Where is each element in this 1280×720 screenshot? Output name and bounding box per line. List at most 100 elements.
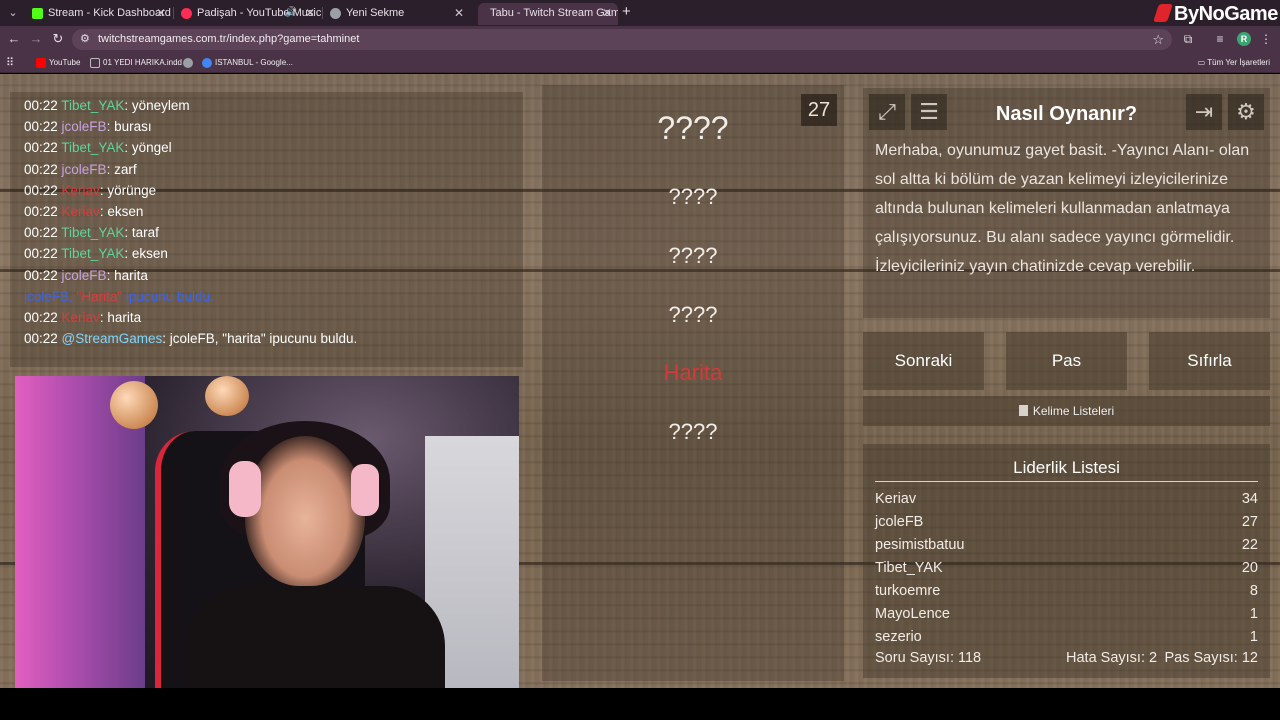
tab-new-tab[interactable]: Yeni Sekme ✕ xyxy=(324,3,470,25)
leaderboard-row: sezerio 1 xyxy=(875,626,1258,644)
more-menu-icon[interactable]: ⋮ xyxy=(1257,30,1275,48)
bookmark-yedi-harika[interactable]: 01 YEDI HARIKA.indd xyxy=(90,55,182,71)
file-icon xyxy=(90,58,100,68)
chat-username[interactable]: jcoleFB xyxy=(62,268,107,283)
back-button[interactable]: ← xyxy=(5,30,23,48)
bookmark-label: ISTANBUL - Google... xyxy=(215,58,293,67)
player-score: 20 xyxy=(1241,560,1258,576)
tab-kick-dashboard[interactable]: Stream - Kick Dashboard ✕ xyxy=(26,3,172,25)
pass-count: Pas Sayısı: 12 xyxy=(1164,650,1259,666)
chat-text: : eksen xyxy=(99,204,144,219)
player-name: Keriav xyxy=(875,491,917,507)
leaderboard-row: MayoLence 1 xyxy=(875,603,1258,625)
error-count: Hata Sayısı: 2 xyxy=(1066,650,1158,666)
chat-text: : yöneylem xyxy=(124,98,190,113)
chat-username[interactable]: Tibet_YAK xyxy=(61,98,124,113)
tab-title: Stream - Kick Dashboard xyxy=(48,7,171,19)
chat-message: 00:22 Keriav: yörünge xyxy=(24,180,156,201)
player-score: 27 xyxy=(1241,514,1258,530)
player-name: jcoleFB xyxy=(875,514,924,530)
main-word: ???? xyxy=(657,110,729,146)
forward-button[interactable]: → xyxy=(27,30,45,48)
forbidden-word: Harita xyxy=(663,360,723,385)
site-info-icon[interactable]: ⚙ xyxy=(80,31,90,48)
leaderboard-list[interactable]: Keriav 34 jcoleFB 27 pesimistbatuu 22 Tibet_YA… xyxy=(863,488,1270,644)
browser-toolbar: ← → ↻ ⚙ twitchstreamgames.com.tr/index.p… xyxy=(0,26,1280,53)
chat-username[interactable]: Keriav xyxy=(62,310,100,325)
player-score: 8 xyxy=(1249,583,1258,599)
chat-text: : jcoleFB, "harita" ipucunu buldu. xyxy=(162,331,358,347)
bynogame-mark-icon xyxy=(1153,4,1173,22)
document-icon xyxy=(1018,405,1028,416)
question-count: Soru Sayısı: 118 xyxy=(875,650,982,666)
folder-icon: ▭ xyxy=(1197,58,1208,67)
bookmark-star-icon[interactable]: ☆ xyxy=(1152,29,1164,50)
chat-text: : harita xyxy=(106,267,148,283)
bookmark-label: YouTube xyxy=(49,58,81,67)
chat-time: 00:22 xyxy=(24,204,62,219)
chat-message: 00:22 Keriav: harita xyxy=(24,307,141,328)
word-lists-label: Kelime Listeleri xyxy=(1032,404,1115,418)
balloon-shape xyxy=(205,376,249,416)
forbidden-word: ???? xyxy=(668,419,718,444)
chat-username[interactable]: jcoleFB xyxy=(62,162,107,177)
new-tab-button[interactable]: + xyxy=(622,4,631,20)
player-name: MayoLence xyxy=(875,606,950,622)
all-bookmarks-label: Tüm Yer İşaretleri xyxy=(1207,58,1270,67)
player-name: turkoemre xyxy=(875,583,941,599)
player-score: 1 xyxy=(1249,606,1258,622)
pass-button[interactable]: Pas xyxy=(1006,332,1127,390)
reset-button[interactable]: Sıfırla xyxy=(1149,332,1270,390)
balloon-shape xyxy=(110,381,158,429)
leaderboard-title: Liderlik Listesi xyxy=(1013,458,1120,477)
forbidden-word: ???? xyxy=(668,302,718,327)
globe-icon xyxy=(183,58,193,68)
close-icon[interactable]: ✕ xyxy=(454,3,464,23)
bookmark-youtube[interactable]: YouTube xyxy=(36,55,80,71)
chrome-favicon-icon xyxy=(330,8,341,19)
chat-username[interactable]: jcoleFB xyxy=(62,119,107,134)
leaderboard-row: turkoemre 8 xyxy=(875,580,1258,602)
chat-text: : harita xyxy=(99,310,142,325)
bookmark-istanbul[interactable]: ISTANBUL - Google... xyxy=(202,55,293,71)
chat-username[interactable]: Tibet_YAK xyxy=(61,246,124,261)
clue-found-notice: jcoleFB, "Harita" ipucunu buldu. xyxy=(24,288,214,304)
close-icon[interactable]: ✕ xyxy=(305,3,315,23)
streamer-webcam xyxy=(15,376,519,688)
chat-text: : yörünge xyxy=(99,182,157,198)
chat-username[interactable]: Tibet_YAK xyxy=(61,140,124,155)
speaker-icon[interactable]: 🔊 xyxy=(285,3,297,23)
leaderboard-row: pesimistbatuu 22 xyxy=(875,534,1258,556)
url-text[interactable]: twitchstreamgames.com.tr/index.php?game=… xyxy=(98,29,359,50)
chat-username[interactable]: @StreamGames xyxy=(62,331,163,346)
how-to-play-text: Merhaba, oyunumuz gayet basit. -Yayıncı … xyxy=(875,142,1250,275)
profile-avatar[interactable]: R xyxy=(1237,32,1251,46)
youtube-icon xyxy=(36,58,46,68)
chat-text: : taraf xyxy=(124,225,159,241)
player-name: sezerio xyxy=(875,629,922,644)
next-button[interactable]: Sonraki xyxy=(863,332,984,390)
chat-text: : eksen xyxy=(124,246,168,262)
chat-message: 00:22 Tibet_YAK: yöngel xyxy=(24,137,172,158)
chat-username[interactable]: Keriav xyxy=(62,204,100,219)
forbidden-word: ???? xyxy=(668,243,718,268)
word-lists-button[interactable]: Kelime Listeleri xyxy=(863,396,1270,426)
chat-username[interactable]: Keriav xyxy=(62,183,100,198)
apps-grid-icon[interactable]: ⠿ xyxy=(6,55,14,71)
chat-username[interactable]: Tibet_YAK xyxy=(61,225,124,240)
all-bookmarks-button[interactable]: ▭ Tüm Yer İşaretleri xyxy=(1198,55,1270,71)
chat-time: 00:22 xyxy=(24,182,62,198)
address-bar[interactable]: ⚙ twitchstreamgames.com.tr/index.php?gam… xyxy=(72,29,1172,50)
chat-message: 00:22 jcoleFB: zarf xyxy=(24,159,137,180)
close-icon[interactable]: ✕ xyxy=(602,3,612,23)
player-name: pesimistbatuu xyxy=(875,537,965,553)
chat-time: 00:22 xyxy=(24,310,62,325)
tab-tabu-game[interactable]: Tabu - Twitch Stream Games ✕ xyxy=(478,3,618,25)
tab-search-icon[interactable]: ⌄ xyxy=(4,4,22,22)
chat-message: 00:22 @StreamGames: jcoleFB, "harita" ip… xyxy=(24,328,357,349)
tab-youtube-music[interactable]: Padişah - YouTube Music 🔊 ✕ xyxy=(175,3,321,25)
reload-button[interactable]: ↻ xyxy=(49,30,67,48)
media-control-icon[interactable]: ≡ xyxy=(1211,30,1229,48)
extensions-icon[interactable]: ⧉ xyxy=(1179,30,1197,48)
close-icon[interactable]: ✕ xyxy=(156,3,166,23)
